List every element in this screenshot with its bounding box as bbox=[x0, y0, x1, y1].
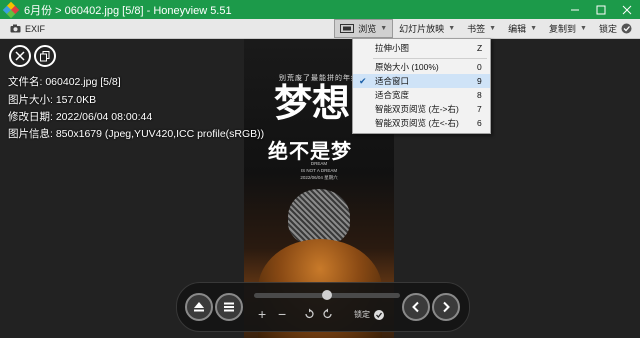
menu-bookmarks-label: 书签 bbox=[467, 24, 486, 34]
poster-figure-head bbox=[288, 189, 350, 245]
info-filename: 文件名: 060402.jpg [5/8] bbox=[8, 76, 121, 88]
zoom-in-button[interactable]: + bbox=[258, 307, 266, 321]
rotate-left-icon bbox=[305, 308, 314, 319]
eject-button[interactable] bbox=[185, 293, 213, 321]
chevron-down-icon: ▼ bbox=[580, 25, 587, 32]
chevron-down-icon: ▼ bbox=[530, 25, 538, 32]
exif-button[interactable]: EXIF bbox=[10, 24, 45, 34]
window-controls bbox=[562, 0, 640, 19]
info-imageinfo: 图片信息: 850x1679 (Jpeg,YUV420,ICC profile(… bbox=[8, 128, 265, 140]
close-button[interactable] bbox=[614, 0, 640, 19]
menu-bookmarks[interactable]: 书签 ▼ bbox=[461, 19, 502, 38]
menu-item-label: 适合宽度 bbox=[375, 90, 410, 100]
menu-item-label: 原始大小 (100%) bbox=[375, 62, 439, 72]
menu-separator bbox=[373, 58, 487, 59]
close-icon bbox=[15, 51, 25, 61]
menu-slideshow-label: 幻灯片放映 bbox=[399, 24, 445, 34]
hamburger-icon bbox=[224, 302, 234, 312]
check-circle-icon bbox=[374, 309, 384, 320]
menu-item-shortcut: 8 bbox=[477, 90, 482, 100]
menu-item-shortcut: Z bbox=[477, 43, 483, 53]
previous-button[interactable] bbox=[402, 293, 430, 321]
menu-edit-label: 编辑 bbox=[508, 24, 527, 34]
exif-label: EXIF bbox=[25, 23, 46, 34]
poster-english: DREAM IS NOT A DREAM 2022/06/04 星期六 bbox=[244, 160, 394, 181]
window-title: 6月份 > 060402.jpg [5/8] - Honeyview 5.51 bbox=[24, 4, 232, 17]
menu-item-label: 拉伸小图 bbox=[375, 43, 410, 53]
chevron-down-icon: ▼ bbox=[489, 25, 497, 32]
toolbar-menus: 浏览 ▼ 幻灯片放映 ▼ 书签 ▼ 编辑 ▼ 复制到 ▼ 锁定 bbox=[334, 19, 640, 38]
menu-item-original-size[interactable]: 原始大小 (100%) 0 bbox=[353, 60, 490, 74]
close-info-button[interactable] bbox=[9, 45, 31, 67]
menu-item-shortcut: 6 bbox=[477, 118, 482, 128]
maximize-icon bbox=[596, 5, 606, 14]
maximize-button[interactable] bbox=[588, 0, 614, 19]
menu-item-shortcut: 9 bbox=[477, 76, 482, 86]
minimize-icon bbox=[571, 9, 579, 10]
image-slider[interactable] bbox=[254, 290, 400, 300]
menu-browse-label: 浏览 bbox=[358, 24, 377, 34]
lock-control[interactable]: 锁定 bbox=[354, 309, 384, 320]
copy-info-button[interactable] bbox=[34, 45, 56, 67]
menu-slideshow[interactable]: 幻灯片放映 ▼ bbox=[393, 19, 461, 38]
menu-item-stretch-small[interactable]: 拉伸小图 Z bbox=[353, 41, 490, 55]
menu-item-label: 智能双页阅览 (左<-右) bbox=[375, 118, 459, 128]
poster-date: 2022/06/04 星期六 bbox=[300, 175, 338, 180]
info-filesize: 图片大小: 157.0KB bbox=[8, 94, 97, 106]
rotate-right-button[interactable] bbox=[322, 308, 334, 322]
poster-title: 梦想 bbox=[274, 81, 351, 125]
menu-button[interactable] bbox=[215, 293, 243, 321]
close-icon bbox=[622, 5, 632, 14]
chevron-left-icon bbox=[412, 301, 419, 313]
title-bar: 6月份 > 060402.jpg [5/8] - Honeyview 5.51 bbox=[0, 0, 640, 19]
lock-control-label: 锁定 bbox=[354, 310, 370, 319]
menu-item-label: 适合窗口 bbox=[375, 76, 410, 86]
camera-icon bbox=[10, 24, 21, 33]
menu-item-fit-width[interactable]: 适合宽度 8 bbox=[353, 88, 490, 102]
zoom-out-button[interactable]: − bbox=[278, 307, 286, 321]
menu-item-fit-window[interactable]: ✔ 适合窗口 9 bbox=[353, 74, 490, 88]
poster-en-line1: DREAM bbox=[310, 161, 328, 166]
menu-browse[interactable]: 浏览 ▼ bbox=[334, 19, 394, 38]
rotate-left-button[interactable] bbox=[303, 308, 315, 322]
menu-edit[interactable]: 编辑 ▼ bbox=[502, 19, 543, 38]
copy-icon bbox=[40, 50, 50, 61]
minimize-button[interactable] bbox=[562, 0, 588, 19]
menu-item-shortcut: 0 bbox=[477, 62, 482, 72]
check-circle-icon bbox=[621, 23, 632, 34]
next-button[interactable] bbox=[432, 293, 460, 321]
chevron-right-icon bbox=[443, 301, 450, 313]
toolbar: EXIF 浏览 ▼ 幻灯片放映 ▼ 书签 ▼ 编辑 ▼ 复制到 ▼ 锁定 bbox=[0, 19, 640, 39]
eject-icon bbox=[194, 302, 204, 312]
slider-thumb[interactable] bbox=[322, 290, 332, 300]
poster-en-line2: IS NOT A DREAM bbox=[300, 168, 338, 173]
rotate-right-icon bbox=[323, 308, 332, 319]
chevron-down-icon: ▼ bbox=[448, 25, 456, 32]
lock-label: 锁定 bbox=[598, 24, 617, 34]
menu-copy-to-label: 复制到 bbox=[549, 24, 577, 34]
view-mode-icon bbox=[340, 24, 355, 33]
menu-item-shortcut: 7 bbox=[477, 104, 482, 114]
chevron-down-icon: ▼ bbox=[380, 25, 388, 32]
browse-dropdown-menu: 拉伸小图 Z 原始大小 (100%) 0 ✔ 适合窗口 9 适合宽度 8 智能双… bbox=[352, 38, 491, 134]
info-modified: 修改日期: 2022/06/04 08:00:44 bbox=[8, 111, 153, 123]
menu-item-double-page-ltr[interactable]: 智能双页阅览 (左->右) 7 bbox=[353, 102, 490, 116]
menu-copy-to[interactable]: 复制到 ▼ bbox=[543, 19, 593, 38]
app-icon[interactable] bbox=[2, 1, 20, 18]
checkmark-icon: ✔ bbox=[359, 75, 367, 86]
lock-toggle[interactable]: 锁定 bbox=[593, 19, 640, 38]
menu-item-label: 智能双页阅览 (左->右) bbox=[375, 104, 459, 114]
menu-item-double-page-rtl[interactable]: 智能双页阅览 (左<-右) 6 bbox=[353, 116, 490, 130]
